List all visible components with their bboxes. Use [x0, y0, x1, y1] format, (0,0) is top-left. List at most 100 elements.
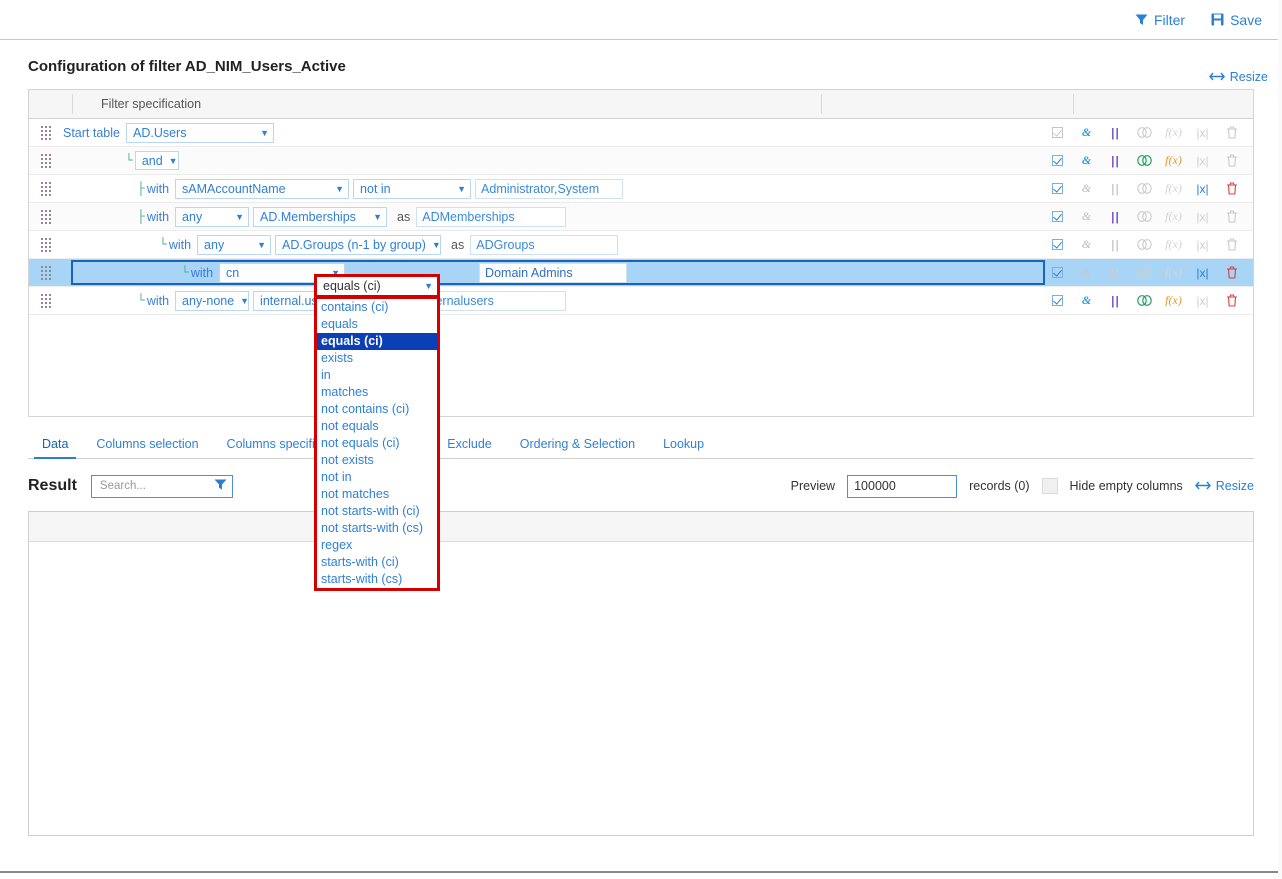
table-row-selected[interactable]: └ with cn ▼ Domain Admins & || f(x) |x|: [29, 259, 1253, 287]
tab-data[interactable]: Data: [28, 437, 82, 458]
trash-icon[interactable]: [1217, 210, 1246, 223]
dropdown-option[interactable]: starts-with (ci): [317, 554, 437, 571]
trash-icon[interactable]: [1217, 238, 1246, 251]
dropdown-option[interactable]: not in: [317, 469, 437, 486]
and-icon[interactable]: &: [1072, 293, 1101, 308]
quantifier-select[interactable]: any ▼: [197, 235, 271, 255]
row-drag-handle[interactable]: [29, 210, 63, 224]
function-icon[interactable]: f(x): [1159, 181, 1188, 196]
dropdown-option-selected[interactable]: equals (ci): [317, 333, 437, 350]
link-icon[interactable]: [1130, 183, 1159, 194]
resize-spec-link[interactable]: Resize: [1209, 70, 1268, 84]
dropdown-option[interactable]: not exists: [317, 452, 437, 469]
row-drag-handle[interactable]: [29, 126, 63, 140]
alias-input[interactable]: ADMemberships: [416, 207, 566, 227]
or-icon[interactable]: ||: [1101, 182, 1130, 196]
table-select[interactable]: AD.Groups (n-1 by group) ▼: [275, 235, 441, 255]
trash-icon[interactable]: [1217, 294, 1246, 307]
absolute-icon[interactable]: |x|: [1188, 182, 1217, 196]
link-icon[interactable]: [1130, 127, 1159, 138]
operator-dropdown-list[interactable]: contains (ci) equals equals (ci) exists …: [314, 296, 440, 591]
or-icon[interactable]: ||: [1101, 154, 1130, 168]
operator-dropdown-trigger[interactable]: equals (ci) ▼: [314, 274, 440, 298]
dropdown-option[interactable]: not contains (ci): [317, 401, 437, 418]
row-enable-checkbox[interactable]: [1043, 183, 1072, 194]
absolute-icon[interactable]: |x|: [1188, 126, 1217, 140]
row-enable-checkbox[interactable]: [1043, 239, 1072, 250]
or-icon[interactable]: ||: [1101, 126, 1130, 140]
dropdown-option[interactable]: exists: [317, 350, 437, 367]
tab-columns-selection[interactable]: Columns selection: [82, 437, 212, 458]
function-icon[interactable]: f(x): [1159, 293, 1188, 308]
or-icon[interactable]: ||: [1101, 238, 1130, 252]
function-icon[interactable]: f(x): [1159, 153, 1188, 168]
dropdown-option[interactable]: not starts-with (cs): [317, 520, 437, 537]
value-input[interactable]: Administrator,System: [475, 179, 623, 199]
quantifier-select[interactable]: any-none ▼: [175, 291, 249, 311]
page-scrollbar[interactable]: [1278, 0, 1282, 879]
dropdown-option[interactable]: regex: [317, 537, 437, 554]
and-icon[interactable]: &: [1072, 265, 1101, 280]
filter-button[interactable]: Filter: [1135, 12, 1185, 28]
function-icon[interactable]: f(x): [1159, 209, 1188, 224]
table-select[interactable]: AD.Memberships ▼: [253, 207, 387, 227]
dropdown-option[interactable]: not starts-with (ci): [317, 503, 437, 520]
dropdown-option[interactable]: not equals (ci): [317, 435, 437, 452]
absolute-icon[interactable]: |x|: [1188, 210, 1217, 224]
row-drag-handle[interactable]: [29, 266, 63, 280]
link-icon[interactable]: [1130, 267, 1159, 278]
dropdown-option[interactable]: contains (ci): [317, 299, 437, 316]
attribute-select[interactable]: sAMAccountName ▼: [175, 179, 349, 199]
resize-result-link[interactable]: Resize: [1195, 479, 1254, 493]
table-row[interactable]: ├ with sAMAccountName ▼ not in ▼ Adminis…: [29, 175, 1253, 203]
or-icon[interactable]: ||: [1101, 294, 1130, 308]
dropdown-option[interactable]: matches: [317, 384, 437, 401]
search-input[interactable]: Search...: [91, 475, 233, 498]
alias-input[interactable]: ADGroups: [470, 235, 618, 255]
dropdown-option[interactable]: equals: [317, 316, 437, 333]
tab-ordering-selection[interactable]: Ordering & Selection: [506, 437, 649, 458]
row-enable-checkbox[interactable]: [1043, 295, 1072, 306]
absolute-icon[interactable]: |x|: [1188, 154, 1217, 168]
and-icon[interactable]: &: [1072, 125, 1101, 140]
table-row[interactable]: └ and ▼ & || f(x) |x|: [29, 147, 1253, 175]
operator-select[interactable]: not in ▼: [353, 179, 471, 199]
link-icon[interactable]: [1130, 295, 1159, 306]
row-enable-checkbox[interactable]: [1043, 211, 1072, 222]
function-icon[interactable]: f(x): [1159, 237, 1188, 252]
row-drag-handle[interactable]: [29, 182, 63, 196]
dropdown-option[interactable]: in: [317, 367, 437, 384]
row-drag-handle[interactable]: [29, 154, 63, 168]
tab-exclude[interactable]: Exclude: [433, 437, 505, 458]
row-enable-checkbox[interactable]: [1043, 155, 1072, 166]
trash-icon[interactable]: [1217, 126, 1246, 139]
quantifier-select[interactable]: any ▼: [175, 207, 249, 227]
trash-icon[interactable]: [1217, 182, 1246, 195]
hide-empty-columns-checkbox[interactable]: [1042, 478, 1058, 494]
link-icon[interactable]: [1130, 211, 1159, 222]
dropdown-option[interactable]: starts-with (cs): [317, 571, 437, 588]
logic-operator-select[interactable]: and ▼: [135, 151, 179, 170]
dropdown-option[interactable]: not equals: [317, 418, 437, 435]
value-input[interactable]: Domain Admins: [479, 263, 627, 283]
row-drag-handle[interactable]: [29, 294, 63, 308]
start-table-select[interactable]: AD.Users ▼: [126, 123, 274, 143]
absolute-icon[interactable]: |x|: [1188, 294, 1217, 308]
preview-input[interactable]: 100000: [847, 475, 957, 498]
tab-lookup[interactable]: Lookup: [649, 437, 718, 458]
absolute-icon[interactable]: |x|: [1188, 266, 1217, 280]
absolute-icon[interactable]: |x|: [1188, 238, 1217, 252]
or-icon[interactable]: ||: [1101, 210, 1130, 224]
function-icon[interactable]: f(x): [1159, 265, 1188, 280]
and-icon[interactable]: &: [1072, 153, 1101, 168]
trash-icon[interactable]: [1217, 266, 1246, 279]
dropdown-option[interactable]: not matches: [317, 486, 437, 503]
result-grid[interactable]: [28, 511, 1254, 836]
save-button[interactable]: Save: [1211, 12, 1262, 28]
or-icon[interactable]: ||: [1101, 266, 1130, 280]
table-row[interactable]: ├ with any ▼ AD.Memberships ▼ as ADMembe…: [29, 203, 1253, 231]
and-icon[interactable]: &: [1072, 237, 1101, 252]
row-drag-handle[interactable]: [29, 238, 63, 252]
link-icon[interactable]: [1130, 239, 1159, 250]
row-enable-checkbox[interactable]: [1043, 267, 1072, 278]
